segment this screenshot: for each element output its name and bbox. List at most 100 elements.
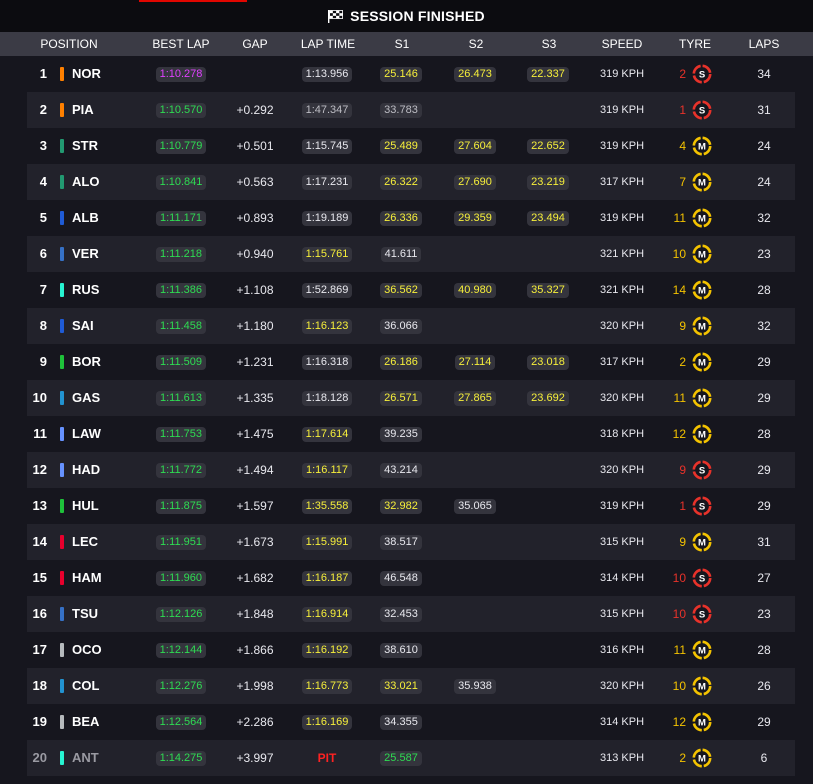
sector-1-value: 36.562 bbox=[380, 283, 422, 299]
best-lap: 1:10.841 bbox=[153, 164, 209, 200]
sector-2: 27.690 bbox=[447, 164, 503, 200]
col-s2[interactable]: S2 bbox=[446, 32, 506, 56]
laps-count: 31 bbox=[757, 103, 771, 117]
col-lap-time[interactable]: LAP TIME bbox=[293, 32, 363, 56]
laps-count: 32 bbox=[757, 319, 771, 333]
tyre-compound-letter: S bbox=[699, 105, 705, 116]
sector-2: 35.938 bbox=[447, 668, 503, 704]
tyre-info: 11 M bbox=[670, 632, 712, 668]
tyre-info: 9M bbox=[670, 308, 712, 344]
lap-time: 1:52.869 bbox=[299, 272, 355, 308]
table-row[interactable]: 2 PIA 1:10.570 +0.292 1:47.347 33.783 319 KPH 1… bbox=[27, 92, 795, 128]
col-best-lap[interactable]: BEST LAP bbox=[146, 32, 216, 56]
sector-1: 26.322 bbox=[373, 164, 429, 200]
tyre-compound-letter: M bbox=[698, 717, 706, 728]
best-lap: 1:12.564 bbox=[153, 704, 209, 740]
col-tyre[interactable]: TYRE bbox=[670, 32, 720, 56]
tyre-info: 10 M bbox=[670, 236, 712, 272]
col-laps[interactable]: LAPS bbox=[740, 32, 788, 56]
table-row[interactable]: 6 VER 1:11.218 +0.940 1:15.761 41.611 321 KPH 1… bbox=[27, 236, 795, 272]
tyre-age: 9 bbox=[679, 535, 686, 549]
speed-value: 314 KPH bbox=[599, 716, 645, 728]
col-s1[interactable]: S1 bbox=[372, 32, 432, 56]
tyre-compound-letter: M bbox=[698, 141, 706, 152]
table-row[interactable]: 12 HAD 1:11.772 +1.494 1:16.117 43.214 320 KPH… bbox=[27, 452, 795, 488]
table-row[interactable]: 5 ALB 1:11.171 +0.893 1:19.189 26.336 29.359 23… bbox=[27, 200, 795, 236]
sector-3-value: 23.219 bbox=[527, 175, 569, 191]
sector-1: 36.066 bbox=[373, 308, 429, 344]
table-row[interactable]: 8 SAI 1:11.458 +1.180 1:16.123 36.066 320 KPH 9… bbox=[27, 308, 795, 344]
sector-3-value: 23.692 bbox=[527, 391, 569, 407]
sector-1: 26.571 bbox=[373, 380, 429, 416]
sector-3-value: 23.494 bbox=[527, 211, 569, 227]
table-row[interactable]: 10 GAS 1:11.613 +1.335 1:18.128 26.571 27.865 2… bbox=[27, 380, 795, 416]
tyre-info: 10 S bbox=[670, 560, 712, 596]
table-row[interactable]: 18 COL 1:12.276 +1.998 1:16.773 33.021 35.938 3… bbox=[27, 668, 795, 704]
sector-3 bbox=[520, 704, 576, 740]
lap-time-value: 1:16.117 bbox=[301, 463, 352, 479]
team-color-bar bbox=[60, 535, 64, 549]
gap-value: +1.108 bbox=[236, 283, 274, 297]
best-lap: 1:10.779 bbox=[153, 128, 209, 164]
sector-1: 38.517 bbox=[373, 524, 429, 560]
sector-2-value: 29.359 bbox=[454, 211, 496, 227]
laps-count: 31 bbox=[757, 535, 771, 549]
team-color-bar bbox=[60, 607, 64, 621]
table-row[interactable]: 14 LEC 1:11.951 +1.673 1:15.991 38.517 315 KPH… bbox=[27, 524, 795, 560]
best-lap: 1:10.278 bbox=[153, 56, 209, 92]
laps-count: 24 bbox=[757, 139, 771, 153]
table-row[interactable]: 17 OCO 1:12.144 +1.866 1:16.192 38.610 316 KPH… bbox=[27, 632, 795, 668]
lap-time: 1:16.192 bbox=[299, 632, 355, 668]
lap-time-value: 1:15.761 bbox=[301, 247, 353, 263]
table-row[interactable]: 7 RUS 1:11.386 +1.108 1:52.869 36.562 40.980 35… bbox=[27, 272, 795, 308]
sector-1-value: 26.322 bbox=[380, 175, 422, 191]
sector-1: 36.562 bbox=[373, 272, 429, 308]
table-row[interactable]: 13 HUL 1:11.875 +1.597 1:35.558 32.982 35.065 3… bbox=[27, 488, 795, 524]
laps-count: 29 bbox=[757, 715, 771, 729]
best-lap: 1:11.875 bbox=[153, 488, 209, 524]
best-lap-value: 1:11.386 bbox=[155, 283, 206, 299]
lap-time: 1:15.761 bbox=[299, 236, 355, 272]
best-lap-value: 1:12.564 bbox=[155, 715, 207, 731]
sector-1-value: 46.548 bbox=[380, 571, 422, 587]
medium-tyre-icon: M bbox=[692, 136, 712, 156]
team-color-bar bbox=[60, 751, 64, 765]
tyre-info: 7M bbox=[670, 164, 712, 200]
driver-code: OCO bbox=[72, 642, 102, 657]
medium-tyre-icon: M bbox=[692, 172, 712, 192]
sector-1-value: 32.982 bbox=[380, 499, 422, 515]
tyre-age: 12 bbox=[672, 427, 686, 441]
table-row[interactable]: 3 STR 1:10.779 +0.501 1:15.745 25.489 27.604 22… bbox=[27, 128, 795, 164]
driver-code: TSU bbox=[72, 606, 98, 621]
speed-value: 319 KPH bbox=[599, 104, 645, 116]
table-row[interactable]: 20 ANT 1:14.275 +3.997 PIT 25.587 313 KPH 2 M 6 bbox=[27, 740, 795, 776]
sector-2-value: 26.473 bbox=[454, 67, 496, 83]
sector-1: 33.783 bbox=[373, 92, 429, 128]
sector-1: 25.489 bbox=[373, 128, 429, 164]
laps-count: 26 bbox=[757, 679, 771, 693]
sector-3 bbox=[520, 488, 576, 524]
col-position[interactable]: POSITION bbox=[30, 32, 108, 56]
sector-1-value: 33.783 bbox=[380, 103, 422, 119]
table-row[interactable]: 16 TSU 1:12.126 +1.848 1:16.914 32.453 315 KPH… bbox=[27, 596, 795, 632]
col-gap[interactable]: GAP bbox=[230, 32, 280, 56]
col-s3[interactable]: S3 bbox=[519, 32, 579, 56]
speed-value: 320 KPH bbox=[599, 392, 645, 404]
position-number: 15 bbox=[32, 570, 47, 585]
sector-1-value: 26.336 bbox=[380, 211, 422, 227]
soft-tyre-icon: S bbox=[692, 604, 712, 624]
table-row[interactable]: 4 ALO 1:10.841 +0.563 1:17.231 26.322 27.690 23… bbox=[27, 164, 795, 200]
best-lap-value: 1:11.613 bbox=[155, 391, 206, 407]
medium-tyre-icon: M bbox=[692, 280, 712, 300]
col-speed[interactable]: SPEED bbox=[592, 32, 652, 56]
table-row[interactable]: 9 BOR 1:11.509 +1.231 1:16.318 26.186 27.114 23… bbox=[27, 344, 795, 380]
position-number: 20 bbox=[32, 750, 47, 765]
tyre-compound-letter: M bbox=[698, 393, 706, 404]
sector-3-value: 22.652 bbox=[527, 139, 569, 155]
table-row[interactable]: 11 LAW 1:11.753 +1.475 1:17.614 39.235 318 KPH… bbox=[27, 416, 795, 452]
table-row[interactable]: 1 NOR 1:10.278 1:13.956 25.146 26.473 22.337 31… bbox=[27, 56, 795, 92]
table-row[interactable]: 19 BEA 1:12.564 +2.286 1:16.169 34.355 314 KPH… bbox=[27, 704, 795, 740]
table-row[interactable]: 15 HAM 1:11.960 +1.682 1:16.187 46.548 314 KPH… bbox=[27, 560, 795, 596]
session-status: SESSION FINISHED bbox=[0, 0, 813, 32]
team-color-bar bbox=[60, 355, 64, 369]
